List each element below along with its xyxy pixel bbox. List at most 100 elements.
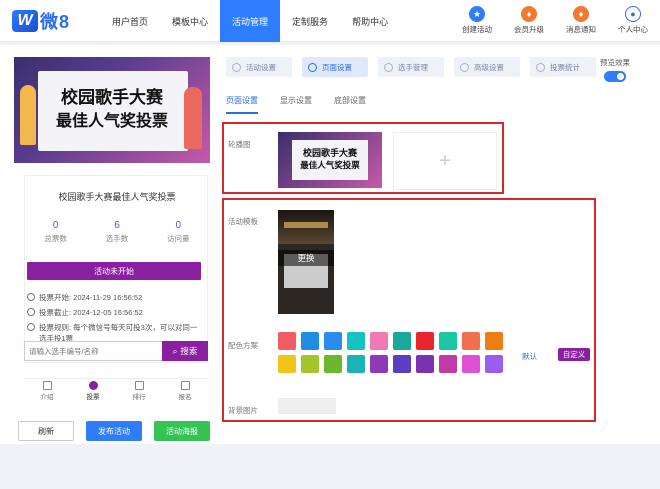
search-icon: ⌕	[172, 345, 178, 356]
top-bar: W 微8 用户首页 模板中心 活动管理 定制服务 帮助中心 ★ 创建活动 ♦ 会…	[0, 0, 660, 42]
vote-start-row: 投票开始: 2024-11-29 16:56:52	[27, 292, 142, 303]
preview-actions: 刷新 发布活动 活动海报	[18, 421, 210, 441]
bottom-nav-ranking[interactable]: 排行	[116, 379, 162, 402]
color-swatch[interactable]	[278, 332, 296, 350]
contestant-search: ⌕ 搜索	[24, 341, 208, 361]
ranking-icon	[134, 381, 144, 390]
nav-help[interactable]: 帮助中心	[340, 0, 400, 42]
search-button[interactable]: ⌕ 搜索	[162, 341, 208, 361]
color-swatch[interactable]	[462, 332, 480, 350]
color-swatch[interactable]	[347, 332, 365, 350]
preview-toggle-label: 预览效果	[600, 58, 630, 67]
color-scheme-label: 配色方案	[228, 341, 258, 350]
person-icon	[88, 381, 98, 390]
step-label: 页面设置	[322, 62, 352, 72]
carousel-label: 轮播图	[228, 140, 251, 149]
thumb-title-line1: 校园歌手大赛	[302, 149, 357, 159]
main-nav: 用户首页 模板中心 活动管理 定制服务 帮助中心	[100, 0, 400, 42]
tab-footer-settings[interactable]: 底部设置	[334, 95, 366, 114]
color-swatch[interactable]	[439, 332, 457, 350]
activity-template-thumbnail[interactable]: 更换	[278, 210, 334, 314]
color-swatch[interactable]	[439, 355, 457, 373]
create-activity-label: 创建活动	[462, 25, 492, 34]
publish-activity-button[interactable]: 发布活动	[86, 421, 142, 441]
custom-color-button[interactable]: 自定义	[558, 348, 590, 361]
contestant-search-input[interactable]	[24, 341, 162, 361]
signup-icon	[180, 381, 190, 390]
color-swatch[interactable]	[324, 332, 342, 350]
nav-home[interactable]: 用户首页	[100, 0, 160, 42]
preview-toggle-switch[interactable]	[604, 71, 626, 82]
bottom-nav-vote[interactable]: 投票	[70, 379, 116, 402]
profile-button[interactable]: ● 个人中心	[614, 6, 652, 35]
activity-poster-button[interactable]: 活动海报	[154, 421, 210, 441]
change-template-button[interactable]: 更换	[278, 250, 334, 266]
color-swatch[interactable]	[324, 355, 342, 373]
plus-icon: +	[439, 149, 451, 172]
nav-templates[interactable]: 模板中心	[160, 0, 220, 42]
logo-text: 微8	[40, 12, 71, 32]
default-color-link[interactable]: 默认	[522, 351, 537, 362]
step-page-settings[interactable]: 页面设置	[302, 57, 368, 77]
color-swatch[interactable]	[278, 355, 296, 373]
bottom-nav-intro[interactable]: 介绍	[24, 379, 70, 402]
step-activity-settings[interactable]: 活动设置	[226, 57, 292, 77]
bottom-nav-signup[interactable]: 报名	[162, 379, 208, 402]
activity-stats: 0 总票数 6 选手数 0 访问量	[25, 220, 209, 244]
color-swatch[interactable]	[301, 355, 319, 373]
stat-visits: 0 访问量	[148, 220, 209, 244]
color-swatch[interactable]	[370, 332, 388, 350]
banner-title-line1: 校园歌手大赛	[61, 88, 163, 108]
preview-banner: 校园歌手大赛 最佳人气奖投票	[14, 57, 210, 163]
nav-activity-management[interactable]: 活动管理	[220, 0, 281, 42]
step-icon	[536, 62, 545, 72]
stat-label: 总票数	[44, 234, 67, 243]
step-advanced-settings[interactable]: 高级设置	[454, 57, 520, 77]
member-upgrade-button[interactable]: ♦ 会员升级	[510, 6, 548, 35]
color-swatch[interactable]	[485, 355, 503, 373]
color-swatch[interactable]	[462, 355, 480, 373]
activity-status-bar: 活动未开始	[27, 262, 201, 280]
carousel-thumbnail[interactable]: 校园歌手大赛 最佳人气奖投票	[278, 132, 382, 188]
vote-end-text: 投票截止: 2024-12-05 16:56:52	[39, 308, 143, 317]
thumb-title-line2: 最佳人气奖投票	[300, 161, 360, 171]
notifications-button[interactable]: ♦ 消息通知	[562, 6, 600, 35]
bottom-nav-label: 报名	[178, 394, 192, 401]
activity-title: 校园歌手大赛最佳人气奖投票	[58, 192, 176, 202]
step-icon	[308, 62, 317, 72]
vote-start-text: 投票开始: 2024-11-29 16:56:52	[39, 293, 143, 302]
user-icon: ●	[625, 6, 641, 22]
step-vote-statistics[interactable]: 投票统计	[530, 57, 596, 77]
header-tools: ★ 创建活动 ♦ 会员升级 ♦ 消息通知 ● 个人中心	[458, 6, 652, 35]
background-image-upload[interactable]	[278, 398, 336, 414]
step-label: 活动设置	[246, 62, 276, 72]
bottom-nav-label: 排行	[132, 394, 146, 401]
nav-custom-service[interactable]: 定制服务	[280, 0, 340, 42]
template-label: 活动模板	[228, 217, 258, 226]
mobile-preview: 校园歌手大赛 最佳人气奖投票 校园歌手大赛最佳人气奖投票 0 总票数 6 选手数…	[14, 57, 210, 489]
stat-label: 选手数	[105, 234, 129, 243]
profile-label: 个人中心	[618, 25, 648, 34]
activity-info-card: 校园歌手大赛最佳人气奖投票 0 总票数 6 选手数 0 访问量 活动未开始 投票…	[24, 175, 208, 363]
stat-value: 0	[52, 220, 59, 231]
color-swatch[interactable]	[370, 355, 388, 373]
logo[interactable]: W 微8	[12, 9, 70, 33]
tab-page-settings[interactable]: 页面设置	[226, 95, 258, 114]
create-activity-button[interactable]: ★ 创建活动	[458, 6, 496, 35]
color-swatch[interactable]	[416, 355, 434, 373]
bottom-nav-label: 介绍	[40, 394, 54, 401]
step-label: 投票统计	[550, 62, 580, 72]
refresh-button[interactable]: 刷新	[18, 421, 74, 441]
tab-display-settings[interactable]: 显示设置	[280, 95, 312, 114]
color-swatch[interactable]	[301, 332, 319, 350]
color-swatch[interactable]	[347, 355, 365, 373]
color-swatch[interactable]	[393, 355, 411, 373]
color-swatch[interactable]	[416, 332, 434, 350]
notifications-label: 消息通知	[566, 25, 596, 34]
color-swatch[interactable]	[485, 332, 503, 350]
step-contestant-management[interactable]: 选手管理	[378, 57, 444, 77]
color-swatch[interactable]	[393, 332, 411, 350]
settings-steps: 活动设置 页面设置 选手管理 高级设置 投票统计	[226, 57, 596, 77]
bell-icon: ♦	[573, 6, 589, 22]
add-carousel-image-button[interactable]: +	[393, 132, 497, 190]
